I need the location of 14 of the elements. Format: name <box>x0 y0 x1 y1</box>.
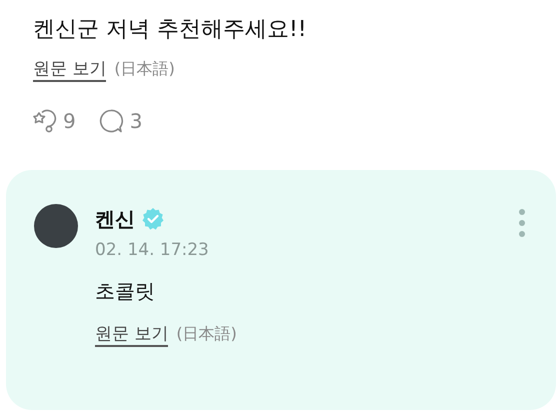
timestamp: 02. 14. 17:23 <box>95 240 210 260</box>
author-name: 켄신 <box>95 206 135 232</box>
comment-count: 3 <box>130 109 142 133</box>
comment-icon[interactable] <box>98 108 124 134</box>
language-label: (日本語) <box>176 324 237 345</box>
reaction-icon[interactable] <box>33 108 57 134</box>
language-label: (日本語) <box>114 59 175 80</box>
view-original-link[interactable]: 원문 보기 <box>33 58 106 82</box>
more-options-icon[interactable] <box>518 208 526 238</box>
post-text: 켄신군 저녁 추천해주세요!! <box>33 16 308 44</box>
view-original-link[interactable]: 원문 보기 <box>95 323 168 347</box>
reaction-count: 9 <box>63 109 76 133</box>
avatar <box>34 204 78 248</box>
reply-text: 초콜릿 <box>95 278 156 305</box>
